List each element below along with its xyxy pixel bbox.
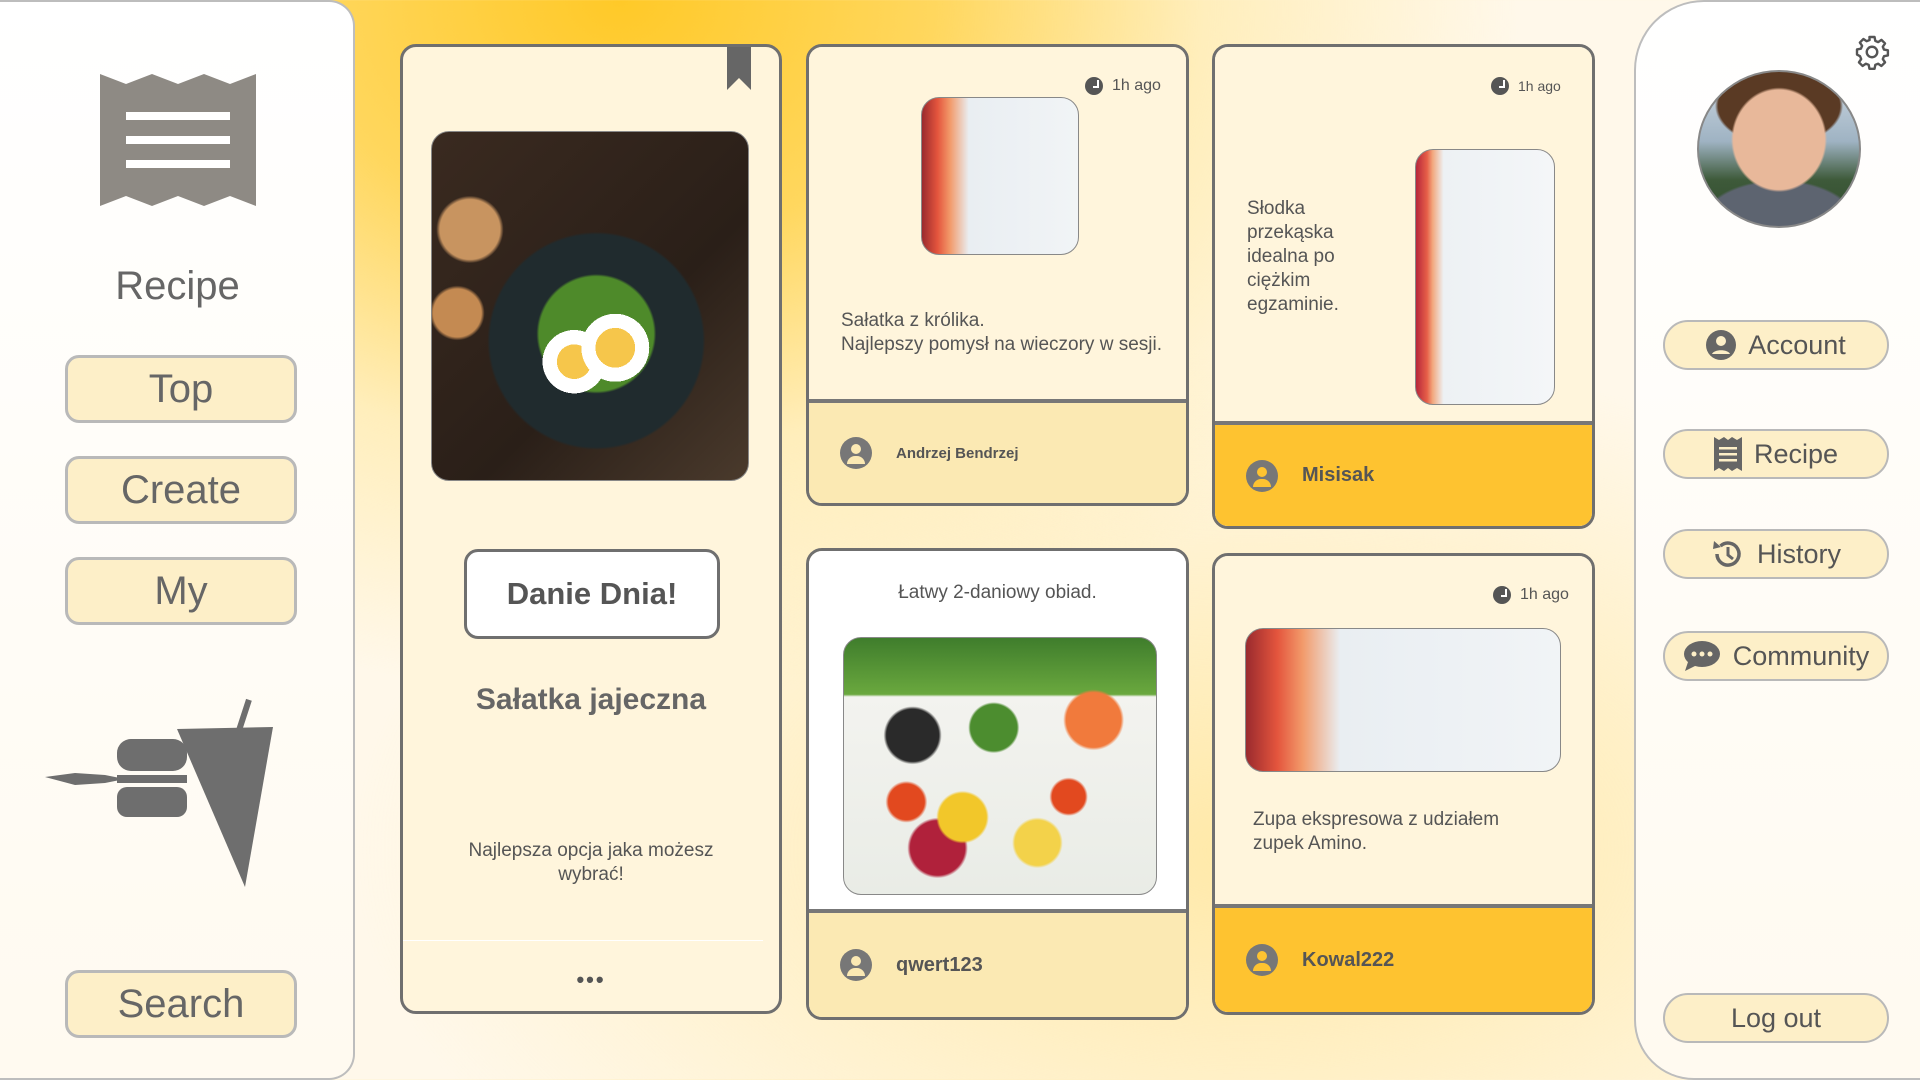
post-body: 1h ago Sałatka z królika. Najlepszy pomy… bbox=[809, 47, 1186, 403]
time-label: 1h ago bbox=[1112, 77, 1161, 94]
post-footer: Kowal222 bbox=[1215, 904, 1592, 1012]
post-description: Zupa ekspresowa z udziałem zupek Amino. bbox=[1253, 809, 1500, 854]
user-avatar-icon[interactable] bbox=[840, 949, 872, 981]
time-label: 1h ago bbox=[1518, 78, 1561, 94]
post-footer: Andrzej Bendrzej bbox=[809, 399, 1186, 503]
account-button[interactable]: Account bbox=[1663, 320, 1889, 370]
community-button[interactable]: Community bbox=[1663, 631, 1889, 681]
post-time: 1h ago bbox=[1085, 77, 1161, 95]
featured-image bbox=[431, 131, 749, 481]
nav-top-button[interactable]: Top bbox=[65, 355, 297, 423]
recipe-label: Recipe bbox=[1753, 438, 1839, 469]
profile-avatar[interactable] bbox=[1697, 70, 1861, 228]
user-avatar-icon[interactable] bbox=[1246, 944, 1278, 976]
brand-title: Recipe bbox=[115, 264, 240, 308]
post-description: Sałatka z królika. Najlepszy pomysł na w… bbox=[841, 310, 1162, 355]
user-circle-icon bbox=[1706, 330, 1737, 360]
post-body: Łatwy 2-daniowy obiad. bbox=[809, 551, 1186, 917]
featured-title: Sałatka jajeczna bbox=[475, 683, 707, 716]
post-image bbox=[1245, 628, 1561, 772]
dish-of-day-badge[interactable]: Danie Dnia! bbox=[464, 549, 720, 639]
post-image bbox=[921, 97, 1079, 255]
post-card[interactable]: 1h ago Słodka przekąska idealna po ciężk… bbox=[1212, 44, 1595, 529]
post-card[interactable]: 1h ago Zupa ekspresowa z udziałem zupek … bbox=[1212, 553, 1595, 1015]
clock-icon bbox=[1493, 586, 1511, 604]
post-author[interactable]: Kowal222 bbox=[1302, 949, 1394, 972]
post-description: Łatwy 2-daniowy obiad. bbox=[898, 582, 1097, 603]
post-time: 1h ago bbox=[1493, 586, 1569, 604]
post-card[interactable]: Łatwy 2-daniowy obiad. qwert123 bbox=[806, 548, 1189, 1020]
post-body: 1h ago Zupa ekspresowa z udziałem zupek … bbox=[1215, 556, 1592, 914]
food-illustration-icon bbox=[45, 698, 273, 887]
post-description: Słodka przekąska idealna po ciężkim egza… bbox=[1247, 198, 1339, 315]
featured-description: Najlepsza opcja jaka możesz wybrać! bbox=[468, 840, 714, 885]
receipt-icon bbox=[1713, 437, 1742, 471]
nav-my-button[interactable]: My bbox=[65, 557, 297, 625]
clock-icon bbox=[1085, 77, 1103, 95]
post-image bbox=[1415, 149, 1555, 405]
time-label: 1h ago bbox=[1520, 586, 1569, 603]
search-button[interactable]: Search bbox=[65, 970, 297, 1038]
community-label: Community bbox=[1732, 640, 1870, 671]
post-footer: Misisak bbox=[1215, 421, 1592, 526]
divider bbox=[403, 940, 763, 941]
more-options-button[interactable]: ••• bbox=[403, 967, 779, 993]
history-icon bbox=[1712, 541, 1741, 567]
logout-button[interactable]: Log out bbox=[1663, 993, 1889, 1043]
user-avatar-icon[interactable] bbox=[840, 437, 872, 469]
receipt-logo-icon bbox=[100, 74, 256, 206]
history-label: History bbox=[1756, 538, 1841, 569]
user-avatar-icon[interactable] bbox=[1246, 459, 1278, 492]
post-author[interactable]: Misisak bbox=[1302, 464, 1374, 487]
post-time: 1h ago bbox=[1491, 77, 1561, 95]
post-card[interactable]: 1h ago Sałatka z królika. Najlepszy pomy… bbox=[806, 44, 1189, 506]
post-footer: qwert123 bbox=[809, 909, 1186, 1017]
post-body: 1h ago Słodka przekąska idealna po ciężk… bbox=[1215, 47, 1592, 427]
post-author[interactable]: qwert123 bbox=[896, 954, 983, 977]
post-author[interactable]: Andrzej Bendrzej bbox=[896, 445, 1019, 462]
post-image bbox=[843, 637, 1157, 895]
nav-create-button[interactable]: Create bbox=[65, 456, 297, 524]
recipe-button[interactable]: Recipe bbox=[1663, 429, 1889, 479]
featured-card[interactable]: Danie Dnia! Sałatka jajeczna Najlepsza o… bbox=[400, 44, 782, 1014]
chat-bubble-icon bbox=[1683, 641, 1720, 671]
left-sidebar: Recipe Top Create My Search bbox=[0, 0, 355, 1080]
history-button[interactable]: History bbox=[1663, 529, 1889, 579]
bookmark-icon[interactable] bbox=[727, 44, 751, 90]
account-label: Account bbox=[1748, 329, 1846, 360]
gear-icon[interactable] bbox=[1854, 34, 1890, 70]
clock-icon bbox=[1491, 77, 1509, 95]
